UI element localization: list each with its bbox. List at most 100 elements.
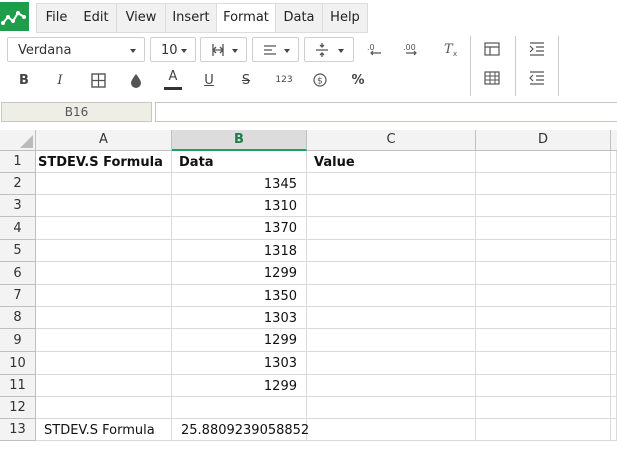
cell-b9[interactable]: 1299 bbox=[172, 329, 307, 352]
cell-a4[interactable] bbox=[36, 217, 172, 240]
cell-c6[interactable] bbox=[307, 262, 476, 285]
bold-button[interactable]: B bbox=[14, 70, 34, 90]
cell-d5[interactable] bbox=[476, 240, 611, 262]
cell-e3[interactable] bbox=[611, 195, 617, 217]
indent-decrease-button[interactable] bbox=[526, 68, 548, 88]
menu-insert[interactable]: Insert bbox=[166, 3, 217, 33]
indent-increase-button[interactable] bbox=[526, 39, 548, 59]
font-size-select[interactable]: 10 bbox=[150, 37, 196, 62]
cell-e8[interactable] bbox=[611, 307, 617, 329]
cell-d8[interactable] bbox=[476, 307, 611, 329]
cell-e12[interactable] bbox=[611, 397, 617, 419]
cell-c4[interactable] bbox=[307, 217, 476, 240]
cell-b5[interactable]: 1318 bbox=[172, 240, 307, 262]
vertical-align-button[interactable] bbox=[304, 37, 354, 62]
text-color-button[interactable]: A bbox=[162, 68, 184, 92]
row-header[interactable]: 4 bbox=[0, 217, 36, 240]
cell-c7[interactable] bbox=[307, 285, 476, 307]
cell-d4[interactable] bbox=[476, 217, 611, 240]
cell-a1[interactable]: STDEV.S Formula bbox=[36, 151, 172, 173]
cell-d7[interactable] bbox=[476, 285, 611, 307]
row-header[interactable]: 3 bbox=[0, 195, 36, 217]
select-all-corner[interactable] bbox=[0, 130, 36, 151]
column-header-e[interactable] bbox=[611, 130, 617, 151]
cell-e7[interactable] bbox=[611, 285, 617, 307]
cell-c5[interactable] bbox=[307, 240, 476, 262]
increase-decimals-button[interactable]: .00 bbox=[401, 39, 423, 59]
italic-button[interactable]: I bbox=[50, 70, 70, 90]
cell-a12[interactable] bbox=[36, 397, 172, 419]
cell-c11[interactable] bbox=[307, 375, 476, 397]
cell-d11[interactable] bbox=[476, 375, 611, 397]
cell-b1[interactable]: Data bbox=[172, 151, 307, 173]
cell-b6[interactable]: 1299 bbox=[172, 262, 307, 285]
percent-button[interactable]: % bbox=[348, 70, 368, 90]
cell-c8[interactable] bbox=[307, 307, 476, 329]
cell-d12[interactable] bbox=[476, 397, 611, 419]
column-header-d[interactable]: D bbox=[476, 130, 611, 151]
row-header[interactable]: 5 bbox=[0, 240, 36, 262]
row-header[interactable]: 1 bbox=[0, 151, 36, 173]
row-header[interactable]: 9 bbox=[0, 329, 36, 352]
cell-d6[interactable] bbox=[476, 262, 611, 285]
cell-a2[interactable] bbox=[36, 173, 172, 195]
cell-a6[interactable] bbox=[36, 262, 172, 285]
cell-e4[interactable] bbox=[611, 217, 617, 240]
row-header[interactable]: 7 bbox=[0, 285, 36, 307]
column-header-c[interactable]: C bbox=[307, 130, 476, 151]
cell-a7[interactable] bbox=[36, 285, 172, 307]
menu-view[interactable]: View bbox=[117, 3, 166, 33]
cell-a8[interactable] bbox=[36, 307, 172, 329]
menu-help[interactable]: Help bbox=[323, 3, 368, 33]
cell-d3[interactable] bbox=[476, 195, 611, 217]
formula-input[interactable] bbox=[155, 102, 617, 122]
cell-b3[interactable]: 1310 bbox=[172, 195, 307, 217]
borders-button[interactable] bbox=[88, 70, 108, 90]
underline-button[interactable]: U bbox=[199, 70, 219, 90]
cell-b12[interactable] bbox=[172, 397, 307, 419]
menu-format[interactable]: Format bbox=[217, 3, 276, 33]
menu-data[interactable]: Data bbox=[276, 3, 323, 33]
row-header[interactable]: 6 bbox=[0, 262, 36, 285]
cell-a13[interactable]: STDEV.S Formula bbox=[36, 419, 172, 441]
cell-c3[interactable] bbox=[307, 195, 476, 217]
row-header[interactable]: 8 bbox=[0, 307, 36, 329]
menu-edit[interactable]: Edit bbox=[76, 3, 117, 33]
cell-a5[interactable] bbox=[36, 240, 172, 262]
clear-format-button[interactable]: T x bbox=[440, 39, 462, 59]
number-format-button[interactable]: 123 bbox=[272, 70, 296, 90]
cell-d10[interactable] bbox=[476, 352, 611, 375]
strikethrough-button[interactable]: S bbox=[236, 70, 256, 90]
cell-b13[interactable]: 25.8809239058852 bbox=[172, 419, 309, 441]
cell-a3[interactable] bbox=[36, 195, 172, 217]
column-header-b[interactable]: B bbox=[172, 130, 307, 151]
cell-a11[interactable] bbox=[36, 375, 172, 397]
cell-b2[interactable]: 1345 bbox=[172, 173, 307, 195]
decrease-decimals-button[interactable]: .0 bbox=[363, 39, 385, 59]
cell-e1[interactable] bbox=[611, 151, 617, 173]
font-family-select[interactable]: Verdana bbox=[7, 37, 145, 62]
cell-c2[interactable] bbox=[307, 173, 476, 195]
cell-b10[interactable]: 1303 bbox=[172, 352, 307, 375]
cell-d13[interactable] bbox=[476, 419, 611, 441]
cell-c12[interactable] bbox=[307, 397, 476, 419]
cell-b7[interactable]: 1350 bbox=[172, 285, 307, 307]
app-logo-icon[interactable] bbox=[0, 2, 29, 31]
menu-file[interactable]: File bbox=[36, 3, 77, 33]
cell-e13[interactable] bbox=[611, 419, 617, 441]
cell-e2[interactable] bbox=[611, 173, 617, 195]
currency-button[interactable]: $ bbox=[310, 70, 330, 90]
cell-d2[interactable] bbox=[476, 173, 611, 195]
cell-b4[interactable]: 1370 bbox=[172, 217, 307, 240]
cell-e11[interactable] bbox=[611, 375, 617, 397]
cell-e10[interactable] bbox=[611, 352, 617, 375]
row-header[interactable]: 2 bbox=[0, 173, 36, 195]
grid-button[interactable] bbox=[481, 68, 503, 88]
column-header-a[interactable]: A bbox=[36, 130, 172, 151]
cell-c10[interactable] bbox=[307, 352, 476, 375]
row-header[interactable]: 10 bbox=[0, 352, 36, 375]
cell-e6[interactable] bbox=[611, 262, 617, 285]
cell-e9[interactable] bbox=[611, 329, 617, 352]
cell-a9[interactable] bbox=[36, 329, 172, 352]
cell-b8[interactable]: 1303 bbox=[172, 307, 307, 329]
